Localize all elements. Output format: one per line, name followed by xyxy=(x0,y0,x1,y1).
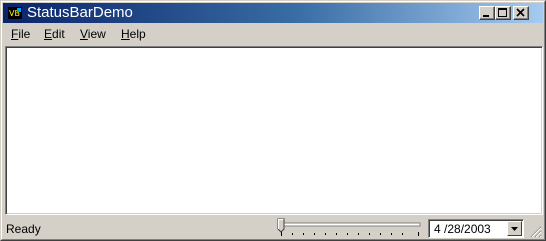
trackbar-channel xyxy=(279,222,421,227)
minimize-button[interactable] xyxy=(479,6,495,20)
maximize-icon xyxy=(498,8,507,17)
close-button[interactable] xyxy=(513,6,529,20)
maximize-button[interactable] xyxy=(495,6,511,20)
date-dropdown-button[interactable] xyxy=(507,221,522,236)
status-text: Ready xyxy=(6,222,41,236)
menu-edit[interactable]: Edit xyxy=(44,27,65,41)
trackbar-ticks xyxy=(281,232,419,236)
menu-file[interactable]: File xyxy=(11,27,30,41)
resize-grip-icon[interactable] xyxy=(529,225,542,238)
close-icon xyxy=(516,8,525,17)
trackbar-slider[interactable] xyxy=(276,218,426,238)
menu-view[interactable]: View xyxy=(80,27,106,41)
minimize-icon xyxy=(483,15,489,17)
title-bar[interactable]: VB StatusBarDemo xyxy=(3,3,543,23)
window-title: StatusBarDemo xyxy=(27,4,133,21)
client-area[interactable] xyxy=(5,46,543,215)
chevron-down-icon xyxy=(511,227,518,231)
menu-help[interactable]: Help xyxy=(121,27,146,41)
app-icon: VB xyxy=(8,7,22,19)
app-window: VB StatusBarDemo File Edit View Help Rea… xyxy=(0,0,546,241)
date-picker[interactable]: 4 /28/2003 xyxy=(428,219,524,238)
date-value[interactable]: 4 /28/2003 xyxy=(434,222,491,236)
status-bar: Ready 4 /28/2003 xyxy=(3,217,543,239)
trackbar-thumb[interactable] xyxy=(277,218,285,233)
menu-bar: File Edit View Help xyxy=(3,25,543,43)
